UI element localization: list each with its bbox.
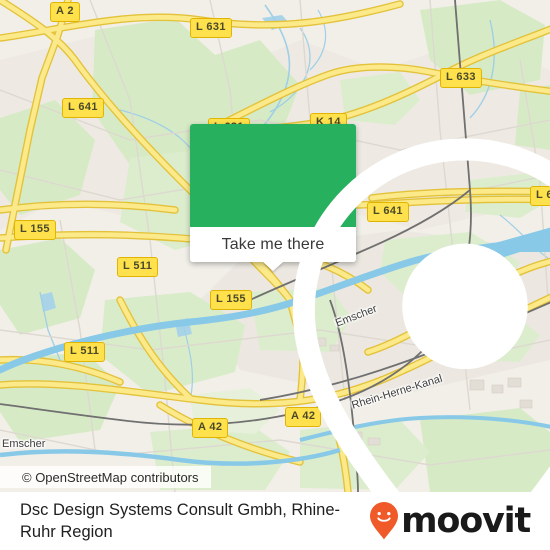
moovit-map-screenshot: A 2L 631L 633L 641L 631K 14L 6L 641L 155… bbox=[0, 0, 550, 550]
map-pin-icon bbox=[292, 138, 550, 492]
callout-image-area bbox=[190, 124, 550, 492]
location-callout-card[interactable]: Take me there bbox=[190, 124, 550, 492]
callout-action-area[interactable]: Take me there bbox=[190, 227, 356, 262]
road-shield: L 511 bbox=[117, 257, 159, 277]
callout-tail bbox=[263, 262, 283, 271]
osm-attribution-text: © OpenStreetMap contributors bbox=[22, 469, 199, 485]
take-me-there-label: Take me there bbox=[221, 235, 325, 253]
road-shield: L 155 bbox=[14, 220, 56, 240]
osm-attribution[interactable]: © OpenStreetMap contributors bbox=[0, 466, 211, 488]
road-shield: A 2 bbox=[50, 2, 80, 22]
location-title: Dsc Design Systems Consult Gmbh, Rhine-R… bbox=[20, 500, 341, 541]
moovit-wordmark: moovit bbox=[401, 500, 531, 541]
road-shield: L 633 bbox=[440, 68, 482, 88]
moovit-smiley-pin-icon bbox=[370, 502, 399, 540]
map-canvas[interactable]: A 2L 631L 633L 641L 631K 14L 6L 641L 155… bbox=[0, 0, 550, 492]
moovit-brand[interactable]: moovit bbox=[369, 501, 536, 541]
road-shield: L 641 bbox=[62, 98, 104, 118]
road-shield: L 511 bbox=[64, 342, 106, 362]
footer-bar: Dsc Design Systems Consult Gmbh, Rhine-R… bbox=[0, 492, 550, 550]
road-shield: L 631 bbox=[190, 18, 232, 38]
place-label: Emscher bbox=[2, 438, 46, 450]
